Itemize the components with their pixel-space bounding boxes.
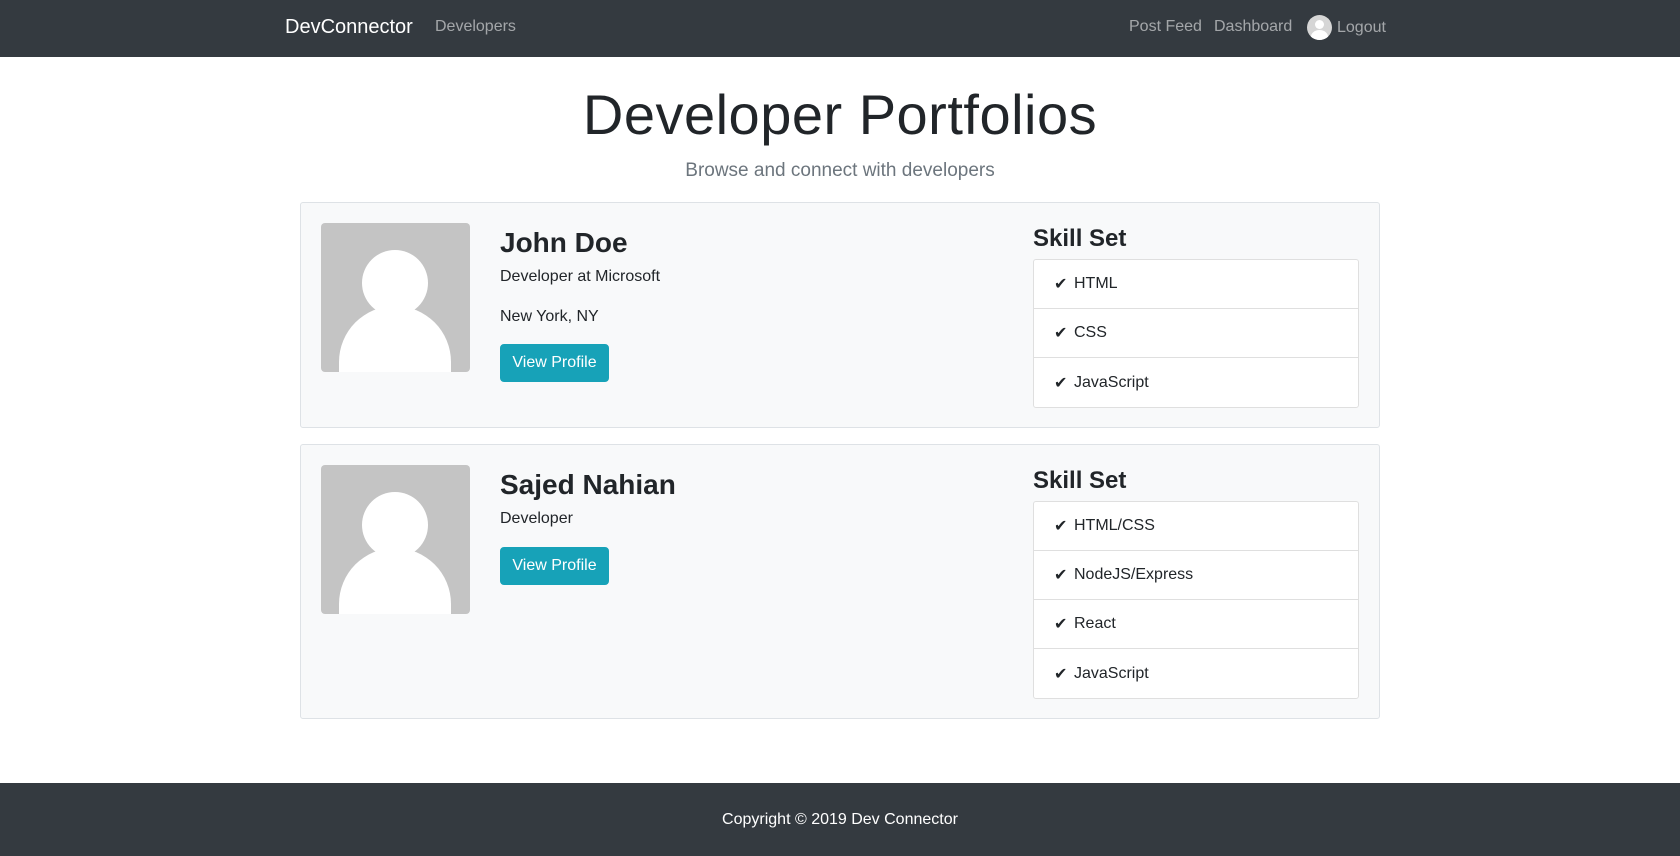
brand-link[interactable]: DevConnector xyxy=(285,16,413,39)
nav-logout-link[interactable]: Logout xyxy=(1307,15,1386,40)
check-icon: ✔ xyxy=(1054,567,1068,584)
page-title: Developer Portfolios xyxy=(582,83,1098,146)
profile-avatar xyxy=(321,465,470,614)
profile-name: Sajed Nahian xyxy=(500,469,676,500)
check-icon: ✔ xyxy=(1054,665,1068,683)
skill-item: ✔ HTML/CSS xyxy=(1034,502,1358,551)
skill-label: HTML/CSS xyxy=(1074,517,1155,534)
profile-role: Developer at Microsoft xyxy=(500,268,661,285)
skill-item: ✔ JavaScript xyxy=(1034,649,1358,698)
view-profile-button[interactable]: View Profile xyxy=(500,344,609,382)
skill-item: ✔ React xyxy=(1034,600,1358,649)
profile-avatar xyxy=(321,223,470,372)
skill-label: HTML xyxy=(1074,275,1118,292)
skill-label: JavaScript xyxy=(1074,373,1149,391)
check-icon: ✔ xyxy=(1054,374,1068,392)
check-icon: ✔ xyxy=(1054,616,1068,633)
profile-role: Developer xyxy=(500,510,573,527)
check-icon: ✔ xyxy=(1054,518,1068,535)
skill-label: React xyxy=(1074,615,1116,632)
nav-post-feed-link[interactable]: Post Feed xyxy=(1129,18,1202,36)
user-avatar-icon xyxy=(1307,15,1332,40)
skill-label: NodeJS/Express xyxy=(1074,566,1194,583)
profile-location: New York, NY xyxy=(500,308,599,325)
footer: Copyright © 2019 Dev Connector xyxy=(0,783,1680,856)
logout-label: Logout xyxy=(1337,18,1386,36)
profile-name: John Doe xyxy=(500,227,628,258)
footer-copyright: Copyright © 2019 Dev Connector xyxy=(722,811,958,828)
navbar: DevConnector Developers Post Feed Dashbo… xyxy=(0,0,1680,57)
skill-item: ✔ NodeJS/Express xyxy=(1034,551,1358,600)
profile-card: Sajed Nahian Developer View Profile Skil… xyxy=(300,444,1380,719)
skill-set-title: Skill Set xyxy=(1033,225,1127,252)
skill-list: ✔ HTML ✔ CSS ✔ JavaScript xyxy=(1033,259,1359,408)
nav-developers-link[interactable]: Developers xyxy=(435,18,516,36)
skill-label: CSS xyxy=(1074,324,1107,341)
profile-card: John Doe Developer at Microsoft New York… xyxy=(300,202,1380,428)
skill-label: JavaScript xyxy=(1074,664,1149,682)
view-profile-button[interactable]: View Profile xyxy=(500,547,609,585)
skill-item: ✔ JavaScript xyxy=(1034,358,1358,407)
skill-item: ✔ CSS xyxy=(1034,309,1358,358)
check-icon: ✔ xyxy=(1054,325,1068,342)
skill-list: ✔ HTML/CSS ✔ NodeJS/Express ✔ React ✔ Ja… xyxy=(1033,501,1359,699)
skill-set-title: Skill Set xyxy=(1033,467,1127,494)
check-icon: ✔ xyxy=(1054,276,1068,293)
nav-dashboard-link[interactable]: Dashboard xyxy=(1214,18,1292,36)
skill-item: ✔ HTML xyxy=(1034,260,1358,309)
page-subtitle: Browse and connect with developers xyxy=(685,160,995,181)
